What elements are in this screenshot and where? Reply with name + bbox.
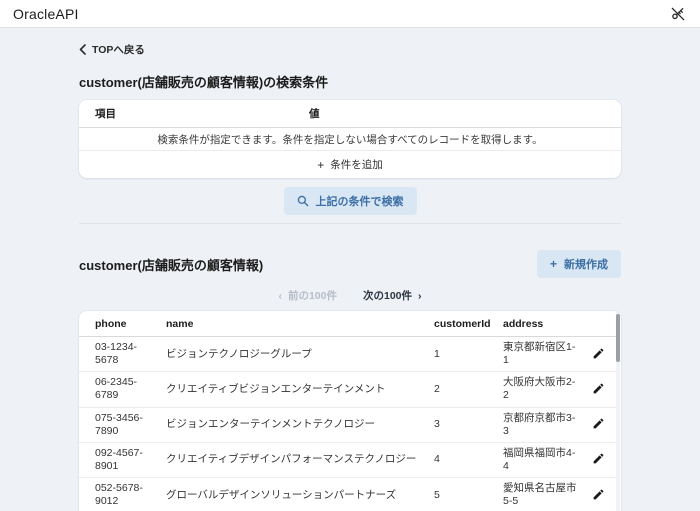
pagination-next-label: 次の100件 (363, 288, 412, 303)
chevron-right-icon: › (418, 290, 422, 302)
col-header-customerId: customerId (434, 311, 503, 337)
create-new-label: 新規作成 (564, 256, 608, 272)
chevron-left-icon (79, 44, 86, 55)
app-title: OracleAPI (13, 6, 79, 22)
add-condition-button[interactable]: + 条件を追加 (317, 157, 383, 172)
cell-address: 愛知県名古屋市5-5 (503, 478, 587, 511)
col-header-phone: phone (79, 311, 166, 337)
table-scrollbar-track (616, 311, 620, 511)
cell-customerId: 5 (434, 478, 503, 511)
table-row: 052-5678-9012グローバルデザインソリューションパートナーズ5愛知県名… (79, 478, 617, 511)
customer-table-card: phone name customerId address 03-1234-56… (79, 311, 621, 511)
edit-row-button[interactable] (590, 450, 607, 467)
list-section-title: customer(店舗販売の顧客情報) (79, 255, 263, 274)
cell-phone: 03-1234-5678 (79, 337, 166, 372)
search-button[interactable]: 上記の条件で検索 (284, 187, 417, 215)
edit-pencil-icon (592, 417, 605, 430)
section-divider (79, 223, 621, 224)
cell-name: ビジョンエンターテインメントテクノロジー (166, 407, 434, 442)
edit-row-button[interactable] (590, 415, 607, 432)
table-row: 092-4567-8901クリエイティブデザインパフォーマンステクノロジー4福岡… (79, 442, 617, 477)
cell-address: 京都府京都市3-3 (503, 407, 587, 442)
edit-pencil-icon (592, 452, 605, 465)
table-scrollbar-thumb[interactable] (616, 314, 620, 362)
cell-phone: 075-3456-7890 (79, 407, 166, 442)
edit-row-button[interactable] (590, 380, 607, 397)
pagination-prev[interactable]: ‹ 前の100件 (278, 288, 337, 303)
edit-pencil-icon (592, 347, 605, 360)
app-header: OracleAPI (0, 0, 700, 28)
add-condition-label: 条件を追加 (330, 157, 383, 172)
plus-icon: + (317, 159, 324, 171)
cell-name: グローバルデザインソリューションパートナーズ (166, 478, 434, 511)
conditions-col-item: 項目 (95, 106, 309, 121)
cell-customerId: 4 (434, 442, 503, 477)
col-header-name: name (166, 311, 434, 337)
cell-customerId: 2 (434, 372, 503, 407)
pagination-prev-label: 前の100件 (288, 288, 337, 303)
conditions-empty-message: 検索条件が指定できます。条件を指定しない場合すべてのレコードを取得します。 (79, 128, 621, 151)
cell-customerId: 3 (434, 407, 503, 442)
cell-customerId: 1 (434, 337, 503, 372)
create-new-button[interactable]: + 新規作成 (537, 250, 621, 278)
key-off-icon[interactable] (669, 5, 687, 23)
cell-phone: 06-2345-6789 (79, 372, 166, 407)
back-to-top-link[interactable]: TOPへ戻る (79, 42, 145, 57)
search-conditions-card: 項目 値 検索条件が指定できます。条件を指定しない場合すべてのレコードを取得しま… (79, 100, 621, 178)
conditions-table-header: 項目 値 (79, 100, 621, 128)
customer-table: phone name customerId address 03-1234-56… (79, 311, 617, 511)
edit-row-button[interactable] (590, 486, 607, 503)
back-link-label: TOPへ戻る (92, 42, 145, 57)
edit-pencil-icon (592, 488, 605, 501)
col-header-address: address (503, 311, 587, 337)
cell-name: ビジョンテクノロジーグループ (166, 337, 434, 372)
pagination: ‹ 前の100件 次の100件 › (79, 288, 621, 303)
search-icon (297, 195, 309, 207)
pagination-next[interactable]: 次の100件 › (363, 288, 422, 303)
table-row: 03-1234-5678ビジョンテクノロジーグループ1東京都新宿区1-1 (79, 337, 617, 372)
cell-phone: 052-5678-9012 (79, 478, 166, 511)
chevron-left-icon: ‹ (278, 290, 282, 302)
table-row: 06-2345-6789クリエイティブビジョンエンターテインメント2大阪府大阪市… (79, 372, 617, 407)
cell-phone: 092-4567-8901 (79, 442, 166, 477)
cell-address: 東京都新宿区1-1 (503, 337, 587, 372)
edit-row-button[interactable] (590, 345, 607, 362)
search-button-label: 上記の条件で検索 (316, 193, 404, 209)
conditions-col-value: 値 (309, 106, 605, 121)
table-header-row: phone name customerId address (79, 311, 617, 337)
search-section-title: customer(店舗販売の顧客情報)の検索条件 (79, 72, 621, 91)
cell-name: クリエイティブデザインパフォーマンステクノロジー (166, 442, 434, 477)
edit-pencil-icon (592, 382, 605, 395)
cell-name: クリエイティブビジョンエンターテインメント (166, 372, 434, 407)
cell-address: 大阪府大阪市2-2 (503, 372, 587, 407)
cell-address: 福岡県福岡市4-4 (503, 442, 587, 477)
table-row: 075-3456-7890ビジョンエンターテインメントテクノロジー3京都府京都市… (79, 407, 617, 442)
plus-icon: + (550, 258, 557, 270)
